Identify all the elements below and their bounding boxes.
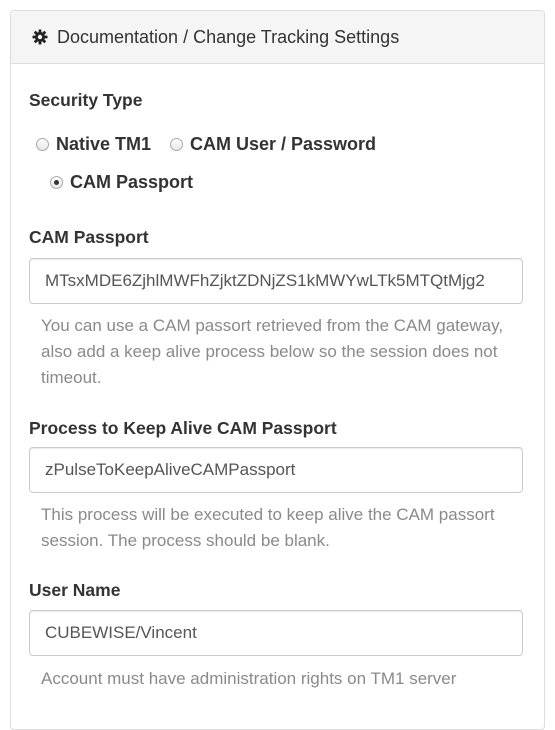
security-type-label: Security Type — [29, 90, 143, 110]
panel-title: Documentation / Change Tracking Settings — [57, 26, 400, 47]
user-name-input[interactable] — [29, 610, 523, 656]
radio-cam-user-password-circle[interactable] — [170, 138, 183, 151]
cam-passport-label: CAM Passport — [29, 227, 149, 247]
user-name-help: Account must have administration rights … — [41, 669, 457, 688]
panel-heading: Documentation / Change Tracking Settings — [11, 11, 544, 64]
gear-icon — [32, 29, 48, 45]
settings-panel: Documentation / Change Tracking Settings… — [10, 10, 545, 730]
radio-native-tm1-label: Native TM1 — [56, 134, 152, 154]
radio-cam-user-password-label: CAM User / Password — [190, 134, 377, 154]
keep-alive-label: Process to Keep Alive CAM Passport — [29, 418, 337, 438]
radio-cam-passport[interactable]: CAM Passport — [50, 172, 193, 193]
radio-cam-user-password[interactable]: CAM User / Password — [170, 134, 376, 155]
radio-native-tm1[interactable]: Native TM1 — [36, 134, 151, 155]
cam-passport-help: You can use a CAM passort retrieved from… — [41, 316, 504, 387]
radio-cam-passport-label: CAM Passport — [70, 172, 194, 192]
radio-cam-passport-circle[interactable] — [50, 176, 63, 189]
keep-alive-process-input[interactable] — [29, 447, 523, 493]
radio-native-tm1-circle[interactable] — [36, 138, 49, 151]
cam-passport-input[interactable] — [29, 258, 523, 304]
user-name-label: User Name — [29, 580, 121, 600]
keep-alive-help: This process will be executed to keep al… — [41, 505, 495, 550]
